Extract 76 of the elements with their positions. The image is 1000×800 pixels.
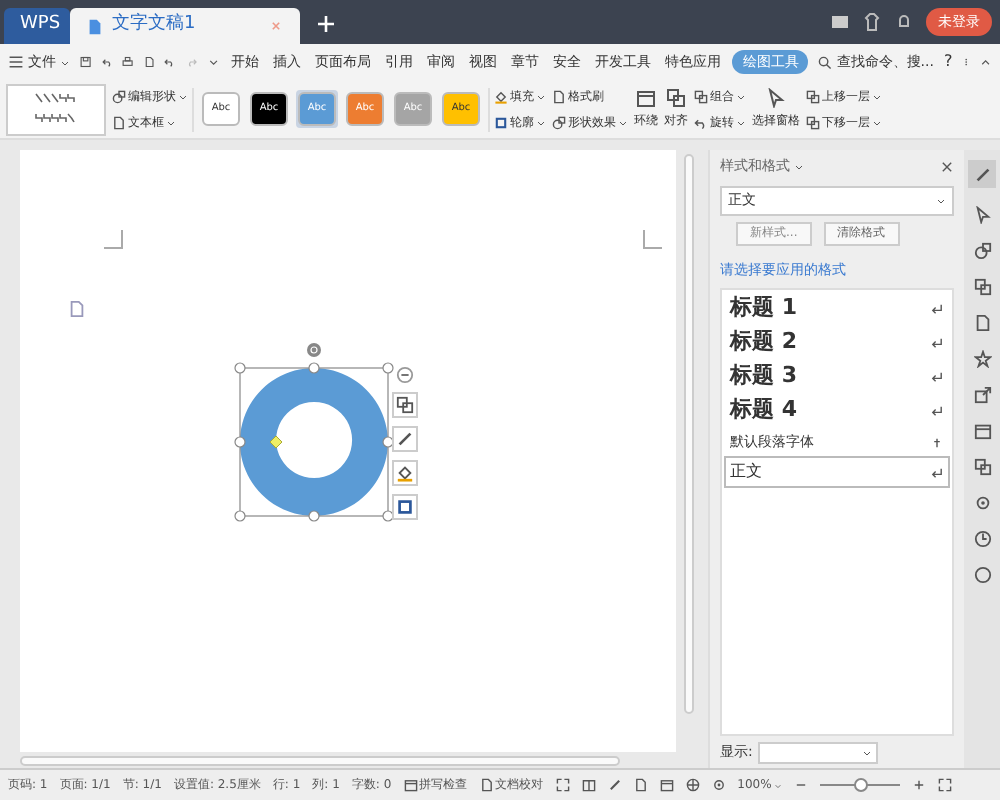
line-shape-gallery[interactable] — [6, 83, 106, 135]
pen-icon[interactable] — [396, 430, 414, 448]
layers-icon[interactable] — [973, 278, 991, 296]
zoom-slider-thumb[interactable] — [853, 778, 868, 792]
pen-icon[interactable] — [607, 778, 622, 792]
gear-icon[interactable] — [711, 778, 726, 792]
paragraph-icon[interactable] — [68, 300, 86, 318]
search-icon — [818, 55, 833, 69]
return-icon — [930, 404, 944, 418]
gear-icon[interactable] — [973, 494, 991, 512]
star-icon[interactable] — [973, 350, 991, 368]
minus-icon[interactable] — [793, 778, 808, 792]
window-icon[interactable] — [659, 778, 674, 792]
menu-icon — [8, 54, 24, 70]
help-button[interactable]: ? — [943, 50, 953, 74]
share-icon[interactable] — [973, 386, 991, 404]
style-item[interactable]: 标题 2 — [724, 326, 950, 360]
fill-icon[interactable] — [396, 464, 414, 482]
style-item[interactable]: 正文 — [724, 456, 950, 488]
return-icon — [930, 302, 944, 316]
shirt-icon[interactable] — [862, 12, 882, 32]
document-icon — [479, 778, 494, 792]
undo-icon[interactable] — [101, 54, 113, 70]
window-icon — [636, 88, 656, 108]
outline-icon — [494, 115, 508, 129]
scrollbar-thumb[interactable] — [20, 755, 620, 765]
fill-icon — [494, 89, 508, 103]
return-icon — [930, 370, 944, 384]
globe-icon[interactable] — [685, 778, 700, 792]
collapse-icon[interactable] — [396, 366, 414, 384]
scrollbar-thumb[interactable] — [683, 154, 693, 714]
collapse-icon[interactable] — [980, 54, 993, 70]
document-icon — [112, 115, 126, 129]
style-item[interactable]: 标题 4 — [724, 394, 950, 428]
clock-icon[interactable] — [973, 530, 991, 548]
printer-icon[interactable] — [122, 54, 134, 70]
document-icon — [552, 89, 566, 103]
close-icon[interactable] — [940, 159, 954, 174]
tab[interactable]: WPS — [4, 8, 70, 44]
new-tab-icon[interactable] — [316, 14, 336, 34]
undo-icon — [694, 115, 708, 129]
document-icon[interactable] — [973, 314, 991, 332]
rotate-handle[interactable] — [307, 343, 321, 357]
outline-icon[interactable] — [396, 498, 414, 516]
layers-icon[interactable] — [396, 396, 414, 414]
window-icon[interactable] — [830, 12, 850, 32]
cursor-icon[interactable] — [973, 206, 991, 224]
bell-icon[interactable] — [894, 12, 914, 32]
document-icon — [86, 17, 104, 35]
document-icon[interactable] — [143, 54, 155, 70]
shapes-icon — [112, 89, 126, 103]
style-item[interactable]: 标题 3 — [724, 360, 950, 394]
window-icon[interactable] — [973, 422, 991, 440]
corner-mark-icon — [104, 230, 124, 250]
layers-icon[interactable] — [973, 458, 991, 476]
style-item[interactable]: 标题 1 — [724, 292, 950, 326]
shapes-icon[interactable] — [973, 242, 991, 260]
plus-icon[interactable] — [911, 778, 926, 792]
adjust-handle[interactable] — [269, 435, 283, 449]
book-icon[interactable] — [581, 778, 596, 792]
expand-icon[interactable] — [555, 778, 570, 792]
return-icon — [930, 465, 944, 479]
char-icon — [930, 435, 944, 449]
window-icon — [403, 778, 418, 792]
shapes-icon — [552, 115, 566, 129]
return-icon — [930, 336, 944, 350]
caret-icon[interactable] — [207, 54, 219, 70]
document-icon[interactable] — [633, 778, 648, 792]
cursor-icon — [766, 88, 786, 108]
corner-mark-icon — [642, 230, 662, 250]
tab[interactable]: 文字文稿1 — [70, 8, 300, 44]
undo-icon[interactable] — [164, 54, 177, 70]
expand-icon[interactable] — [937, 778, 952, 792]
caret-icon — [773, 781, 782, 789]
pen-icon[interactable] — [973, 165, 991, 183]
save-icon[interactable] — [80, 54, 92, 70]
